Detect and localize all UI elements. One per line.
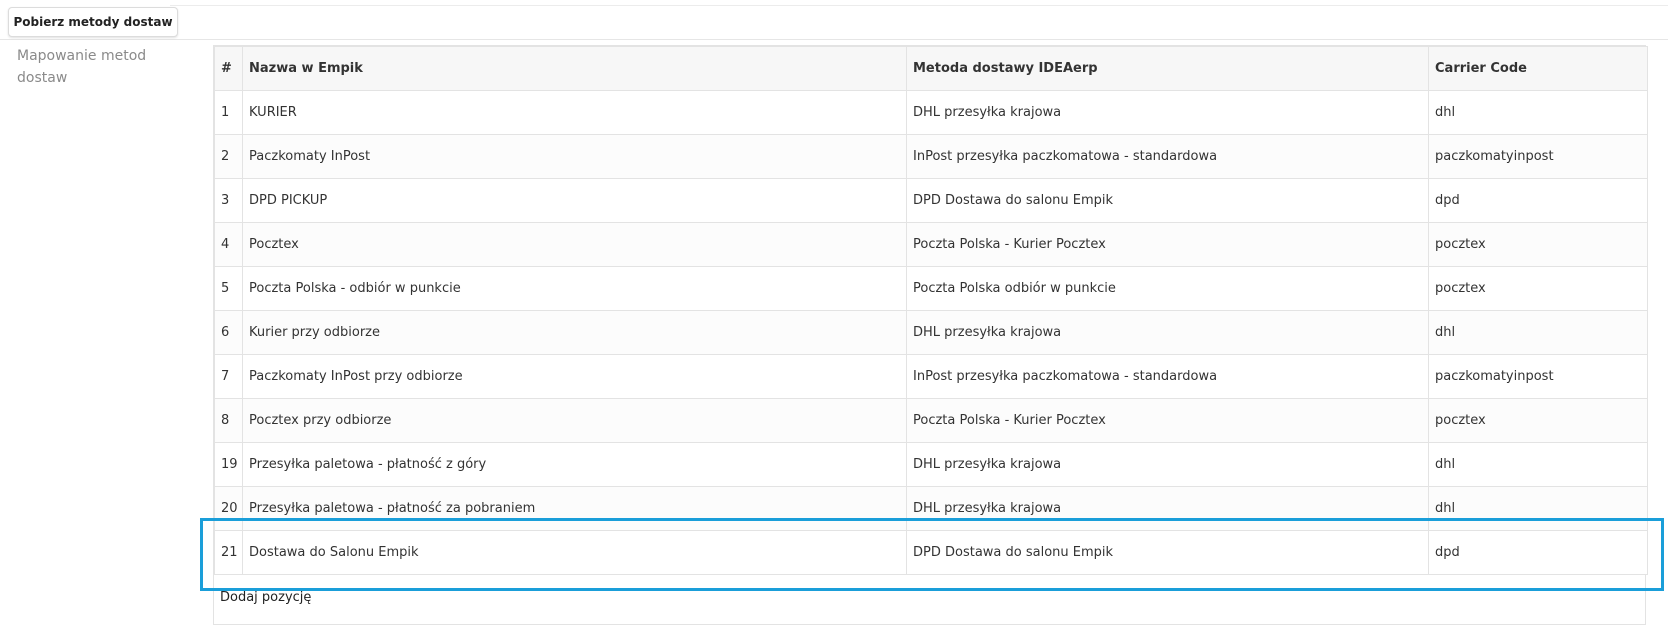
table-row[interactable]: 6 Kurier przy odbiorze DHL przesyłka kra… (214, 310, 1648, 355)
page: Pobierz metody dostaw Mapowanie metod do… (0, 0, 1668, 635)
row-code[interactable]: dhl (1428, 442, 1648, 487)
row-method[interactable]: DPD Dostawa do salonu Empik (906, 178, 1429, 223)
row-method[interactable]: DHL przesyłka krajowa (906, 310, 1429, 355)
column-header-code: Carrier Code (1428, 46, 1648, 91)
row-num: 8 (214, 398, 243, 443)
table-row[interactable]: 4 Pocztex Poczta Polska - Kurier Pocztex… (214, 222, 1648, 267)
table-row[interactable]: 7 Paczkomaty InPost przy odbiorze InPost… (214, 354, 1648, 399)
row-code[interactable]: paczkomatyinpost (1428, 134, 1648, 179)
row-method[interactable]: Poczta Polska - Kurier Pocztex (906, 222, 1429, 267)
row-num: 6 (214, 310, 243, 355)
toolbar-divider (170, 5, 1668, 6)
table-header-row: # Nazwa w Empik Metoda dostawy IDEAerp C… (214, 46, 1648, 91)
row-num: 5 (214, 266, 243, 311)
fetch-delivery-methods-button[interactable]: Pobierz metody dostaw (8, 7, 178, 37)
row-method[interactable]: DHL przesyłka krajowa (906, 90, 1429, 135)
row-code[interactable]: dhl (1428, 310, 1648, 355)
row-name[interactable]: Przesyłka paletowa - płatność z góry (242, 442, 907, 487)
row-name[interactable]: Poczta Polska - odbiór w punkcie (242, 266, 907, 311)
row-num: 3 (214, 178, 243, 223)
table-row[interactable]: 19 Przesyłka paletowa - płatność z góry … (214, 442, 1648, 487)
row-name[interactable]: Dostawa do Salonu Empik (242, 530, 907, 575)
row-num: 21 (214, 530, 243, 575)
row-method[interactable]: InPost przesyłka paczkomatowa - standard… (906, 354, 1429, 399)
row-code[interactable]: dpd (1428, 178, 1648, 223)
row-name[interactable]: DPD PICKUP (242, 178, 907, 223)
row-code[interactable]: dhl (1428, 90, 1648, 135)
row-name[interactable]: Paczkomaty InPost przy odbiorze (242, 354, 907, 399)
row-name[interactable]: Przesyłka paletowa - płatność za pobrani… (242, 486, 907, 531)
table-row[interactable]: 20 Przesyłka paletowa - płatność za pobr… (214, 486, 1648, 531)
row-method[interactable]: Poczta Polska odbiór w punkcie (906, 266, 1429, 311)
row-name[interactable]: Paczkomaty InPost (242, 134, 907, 179)
table-row[interactable]: 5 Poczta Polska - odbiór w punkcie Poczt… (214, 266, 1648, 311)
table-row[interactable]: 8 Pocztex przy odbiorze Poczta Polska - … (214, 398, 1648, 443)
table-row[interactable]: 21 Dostawa do Salonu Empik DPD Dostawa d… (214, 530, 1648, 575)
row-method[interactable]: DPD Dostawa do salonu Empik (906, 530, 1429, 575)
row-name[interactable]: Pocztex przy odbiorze (242, 398, 907, 443)
row-name[interactable]: Kurier przy odbiorze (242, 310, 907, 355)
column-header-num: # (214, 46, 243, 91)
mapping-table-container: # Nazwa w Empik Metoda dostawy IDEAerp C… (213, 45, 1648, 625)
top-toolbar: Pobierz metody dostaw (0, 0, 1668, 40)
row-code[interactable]: pocztex (1428, 266, 1648, 311)
table-row[interactable]: 3 DPD PICKUP DPD Dostawa do salonu Empik… (214, 178, 1648, 223)
row-num: 4 (214, 222, 243, 267)
row-code[interactable]: pocztex (1428, 222, 1648, 267)
row-code[interactable]: dhl (1428, 486, 1648, 531)
row-num: 7 (214, 354, 243, 399)
row-method[interactable]: DHL przesyłka krajowa (906, 442, 1429, 487)
column-header-method: Metoda dostawy IDEAerp (906, 46, 1429, 91)
row-code[interactable]: pocztex (1428, 398, 1648, 443)
column-header-name: Nazwa w Empik (242, 46, 907, 91)
row-num: 19 (214, 442, 243, 487)
row-method[interactable]: InPost przesyłka paczkomatowa - standard… (906, 134, 1429, 179)
row-code[interactable]: dpd (1428, 530, 1648, 575)
row-code[interactable]: paczkomatyinpost (1428, 354, 1648, 399)
row-method[interactable]: Poczta Polska - Kurier Pocztex (906, 398, 1429, 443)
row-name[interactable]: Pocztex (242, 222, 907, 267)
add-row-link[interactable]: Dodaj pozycję (220, 590, 311, 605)
table-row[interactable]: 1 KURIER DHL przesyłka krajowa dhl (214, 90, 1648, 135)
row-num: 20 (214, 486, 243, 531)
section-label: Mapowanie metod dostaw (17, 48, 147, 86)
row-num: 1 (214, 90, 243, 135)
row-method[interactable]: DHL przesyłka krajowa (906, 486, 1429, 531)
delivery-mapping-table: # Nazwa w Empik Metoda dostawy IDEAerp C… (214, 46, 1648, 575)
row-name[interactable]: KURIER (242, 90, 907, 135)
table-row[interactable]: 2 Paczkomaty InPost InPost przesyłka pac… (214, 134, 1648, 179)
row-num: 2 (214, 134, 243, 179)
